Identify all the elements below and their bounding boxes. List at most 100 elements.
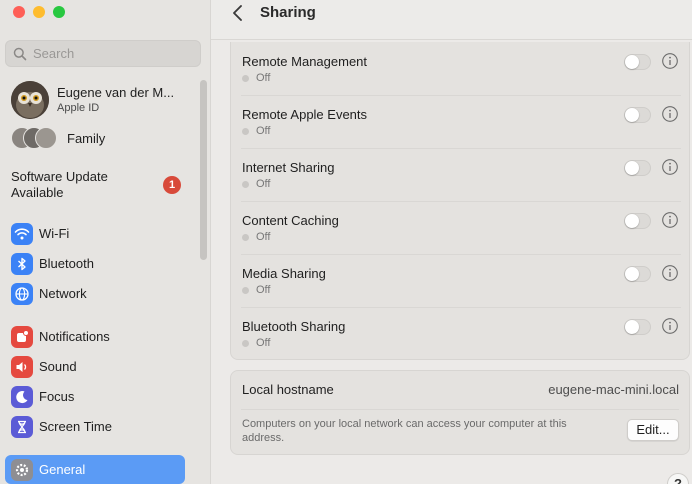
status-dot-icon	[242, 74, 249, 82]
service-row: Bluetooth Sharing Off	[231, 307, 691, 360]
sidebar-item-label: Wi-Fi	[39, 226, 70, 241]
toolbar: Sharing	[211, 0, 692, 40]
bluetooth-sharing-toggle[interactable]	[624, 319, 651, 335]
sidebar-item-label: Sound	[39, 359, 77, 374]
service-status: Off	[242, 72, 270, 84]
sidebar-item-label: Notifications	[39, 329, 110, 344]
family-avatars	[11, 127, 59, 149]
internet-sharing-toggle[interactable]	[624, 160, 651, 176]
service-name: Content Caching	[242, 213, 339, 228]
hourglass-icon	[11, 415, 33, 438]
wifi-icon	[11, 222, 33, 245]
remote-management-toggle[interactable]	[624, 54, 651, 70]
sidebar-item-label: General	[39, 462, 86, 477]
service-status-text: Off	[256, 178, 271, 190]
row-divider	[241, 148, 681, 149]
service-name: Bluetooth Sharing	[242, 319, 346, 334]
sharing-services-list: Remote Management Off Remote Apple Event…	[230, 42, 690, 360]
service-name: Internet Sharing	[242, 160, 335, 175]
status-dot-icon	[242, 233, 249, 241]
software-update-item[interactable]: Software Update Available 1	[11, 169, 181, 201]
status-dot-icon	[242, 180, 249, 188]
info-icon[interactable]	[661, 52, 679, 70]
family-item[interactable]: Family	[11, 127, 105, 149]
page-title: Sharing	[260, 4, 316, 21]
service-name: Remote Management	[242, 54, 368, 69]
service-status: Off	[242, 231, 270, 243]
service-row: Media Sharing Off	[231, 254, 691, 307]
status-dot-icon	[242, 286, 249, 294]
service-status: Off	[242, 284, 270, 296]
sidebar-item-general[interactable]: General	[5, 455, 185, 484]
service-status-text: Off	[256, 284, 271, 296]
avatar	[11, 81, 49, 119]
family-avatar	[35, 127, 57, 149]
service-row: Remote Management Off	[231, 42, 691, 95]
main-pane: Sharing Remote Management Off Remote App…	[211, 0, 692, 484]
content-caching-toggle[interactable]	[624, 213, 651, 229]
edit-hostname-button[interactable]: Edit...	[627, 419, 679, 441]
toggle-knob	[625, 267, 639, 281]
back-chevron-icon[interactable]	[228, 3, 248, 23]
minimize-window-button[interactable]	[33, 6, 45, 18]
info-icon[interactable]	[661, 105, 679, 123]
service-status: Off	[242, 178, 270, 190]
zoom-window-button[interactable]	[53, 6, 65, 18]
help-button[interactable]: ?	[667, 473, 689, 484]
toggle-knob	[625, 108, 639, 122]
bluetooth-icon	[11, 252, 33, 275]
sidebar-item-notifications[interactable]: Notifications	[5, 322, 185, 351]
row-divider	[241, 409, 679, 410]
software-update-label: Software Update Available	[11, 169, 108, 200]
row-divider	[241, 95, 681, 96]
remote-apple-events-toggle[interactable]	[624, 107, 651, 123]
sidebar-scrollbar[interactable]	[200, 80, 207, 260]
info-icon[interactable]	[661, 158, 679, 176]
info-icon[interactable]	[661, 317, 679, 335]
window-controls	[13, 6, 65, 18]
info-icon[interactable]	[661, 211, 679, 229]
row-divider	[241, 307, 681, 308]
status-dot-icon	[242, 339, 249, 347]
account-name: Eugene van der M...	[57, 85, 175, 100]
service-status-text: Off	[256, 231, 271, 243]
close-window-button[interactable]	[13, 6, 25, 18]
sidebar-item-bluetooth[interactable]: Bluetooth	[5, 249, 185, 278]
service-row: Content Caching Off	[231, 201, 691, 254]
service-status-text: Off	[256, 125, 271, 137]
speaker-icon	[11, 355, 33, 378]
globe-icon	[11, 282, 33, 305]
family-label: Family	[67, 130, 106, 146]
account-subtitle: Apple ID	[57, 102, 100, 114]
search-icon	[13, 47, 27, 60]
service-name: Media Sharing	[242, 266, 326, 281]
sidebar-item-label: Network	[39, 286, 87, 301]
sidebar-item-network[interactable]: Network	[5, 279, 185, 308]
service-status: Off	[242, 337, 270, 349]
info-icon[interactable]	[661, 264, 679, 282]
moon-icon	[11, 385, 33, 408]
hostname-label: Local hostname	[242, 382, 334, 397]
hostname-value: eugene-mac-mini.local	[548, 382, 679, 397]
bell-icon	[11, 325, 33, 348]
service-status-text: Off	[256, 337, 271, 349]
apple-id-account[interactable]: Eugene van der M... Apple ID	[11, 81, 174, 119]
sidebar-item-sound[interactable]: Sound	[5, 352, 185, 381]
sidebar-item-label: Focus	[39, 389, 75, 404]
sidebar-item-focus[interactable]: Focus	[5, 382, 185, 411]
service-status: Off	[242, 125, 270, 137]
toggle-knob	[625, 214, 639, 228]
search-field[interactable]	[5, 40, 201, 67]
service-name: Remote Apple Events	[242, 107, 368, 122]
search-input[interactable]	[33, 46, 193, 61]
service-row: Remote Apple Events Off	[231, 95, 691, 148]
update-count-badge: 1	[163, 176, 181, 194]
sidebar: Eugene van der M... Apple ID Family Soft…	[0, 0, 211, 484]
media-sharing-toggle[interactable]	[624, 266, 651, 282]
sidebar-item-wifi[interactable]: Wi-Fi	[5, 219, 185, 248]
service-row: Internet Sharing Off	[231, 148, 691, 201]
sidebar-item-screen-time[interactable]: Screen Time	[5, 412, 185, 441]
toggle-knob	[625, 161, 639, 175]
sidebar-item-label: Bluetooth	[39, 256, 94, 271]
local-hostname-section: Local hostname eugene-mac-mini.local Com…	[230, 370, 690, 455]
